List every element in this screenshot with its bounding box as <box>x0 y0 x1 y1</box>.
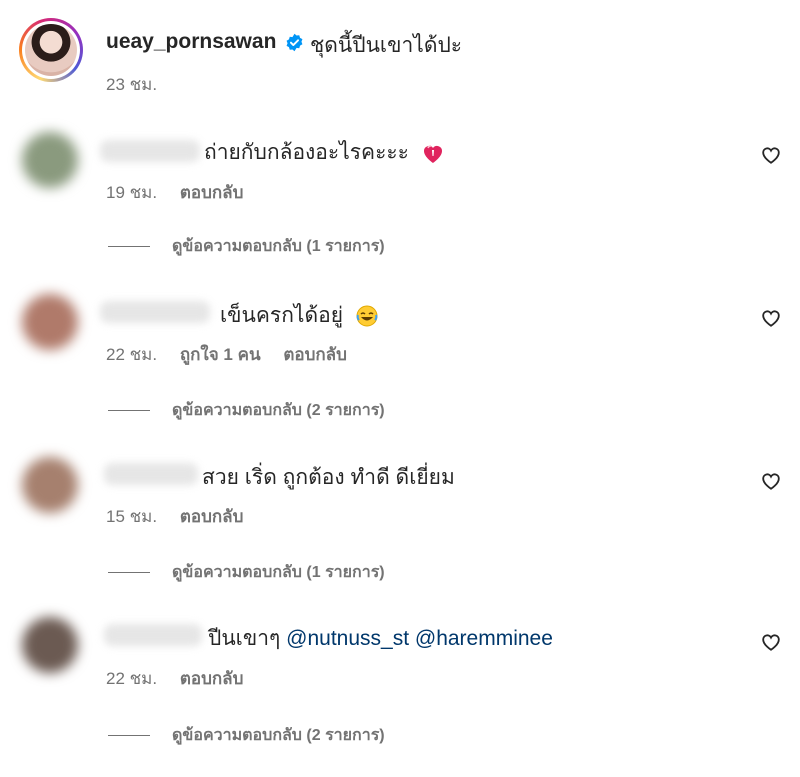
like-heart-icon[interactable] <box>760 307 782 329</box>
view-replies-button[interactable]: ดูข้อความตอบกลับ (2 รายการ) <box>108 398 385 423</box>
commenter-username-blurred[interactable] <box>100 301 210 323</box>
like-heart-icon[interactable] <box>760 470 782 492</box>
commenter-avatar[interactable] <box>22 617 78 673</box>
divider-line <box>108 246 150 248</box>
comment-item: เข็นครกได้อยู่ 22 ชม. ถูกใจ 1 คน ตอบกลับ… <box>0 287 800 452</box>
reply-button[interactable]: ตอบกลับ <box>180 183 244 202</box>
profile-avatar[interactable] <box>19 18 83 82</box>
post-time: 23 ชม. <box>106 75 158 94</box>
reply-button[interactable]: ตอบกลับ <box>283 345 347 364</box>
comment-meta: 19 ชม. ตอบกลับ <box>106 179 261 206</box>
comment-meta: 22 ชม. ตอบกลับ <box>106 665 261 692</box>
face-with-tears-of-joy-icon <box>356 305 378 327</box>
post-caption: ชุดนี้ปีนเขาได้ปะ <box>310 34 463 57</box>
comment-time: 22 ชม. <box>106 669 158 688</box>
commenter-username-blurred[interactable] <box>104 463 198 485</box>
commenter-avatar[interactable] <box>22 294 78 350</box>
comment-text: สวย เริ่ด ถูกต้อง ทำดี ดีเยี่ยม <box>202 466 455 489</box>
reply-button[interactable]: ตอบกลับ <box>180 669 244 688</box>
post-header: ueay_pornsawan ชุดนี้ปีนเขาได้ปะ 23 ชม. <box>0 0 800 110</box>
reply-button[interactable]: ตอบกลับ <box>180 507 244 526</box>
comment-meta: 15 ชม. ตอบกลับ <box>106 503 261 530</box>
view-replies-button[interactable]: ดูข้อความตอบกลับ (2 รายการ) <box>108 723 385 748</box>
comment-text: เข็นครกได้อยู่ <box>220 299 379 332</box>
divider-line <box>108 735 150 737</box>
comment-time: 22 ชม. <box>106 345 158 364</box>
divider-line <box>108 572 150 574</box>
comment-text: ปีนเขาๆ @nutnuss_st @haremminee <box>208 627 553 650</box>
mention-link[interactable]: @haremminee <box>415 627 553 650</box>
commenter-username-blurred[interactable] <box>104 624 202 646</box>
commenter-username-blurred[interactable] <box>100 140 200 162</box>
heart-exclamation-icon <box>423 145 442 164</box>
comment-item: ปีนเขาๆ @nutnuss_st @haremminee 22 ชม. ต… <box>0 612 800 777</box>
post-username[interactable]: ueay_pornsawan <box>106 30 276 54</box>
comment-item: ถ่ายกับกล้องอะไรคะะะ 19 ชม. ตอบกลับ ดูข้… <box>0 120 800 285</box>
commenter-avatar[interactable] <box>22 457 78 513</box>
comment-meta: 22 ชม. ถูกใจ 1 คน ตอบกลับ <box>106 341 365 368</box>
verified-badge-icon <box>286 33 303 52</box>
divider-line <box>108 410 150 412</box>
view-replies-button[interactable]: ดูข้อความตอบกลับ (1 รายการ) <box>108 560 385 585</box>
view-replies-button[interactable]: ดูข้อความตอบกลับ (1 รายการ) <box>108 234 385 259</box>
comment-item: สวย เริ่ด ถูกต้อง ทำดี ดีเยี่ยม 15 ชม. ต… <box>0 452 800 617</box>
mention-link[interactable]: @nutnuss_st <box>286 627 409 650</box>
comment-time: 15 ชม. <box>106 507 158 526</box>
commenter-avatar[interactable] <box>22 132 78 188</box>
likes-count[interactable]: ถูกใจ 1 คน <box>180 345 261 364</box>
like-heart-icon[interactable] <box>760 631 782 653</box>
comment-text: ถ่ายกับกล้องอะไรคะะะ <box>204 136 445 169</box>
comment-time: 19 ชม. <box>106 183 158 202</box>
like-heart-icon[interactable] <box>760 144 782 166</box>
